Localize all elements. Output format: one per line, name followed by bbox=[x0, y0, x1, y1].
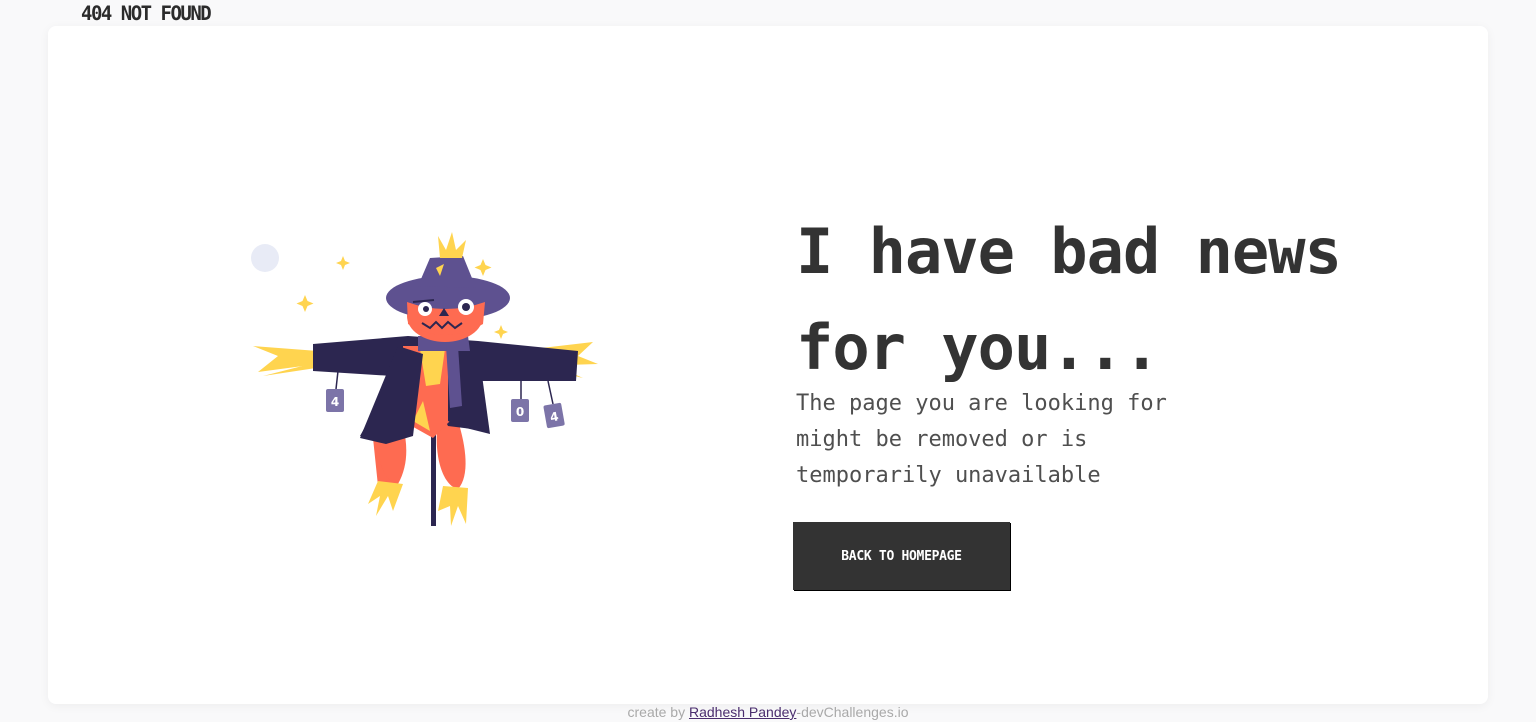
footer-suffix: -devChallenges.io bbox=[796, 704, 909, 720]
sparkle-icon bbox=[494, 325, 508, 339]
sparkle-icon bbox=[474, 259, 492, 276]
sparkle-icon bbox=[336, 256, 350, 270]
footer-prefix: create by bbox=[627, 704, 686, 720]
can-label: 0 bbox=[516, 405, 524, 419]
site-brand: 404 NOT FOUND bbox=[81, 2, 212, 26]
can-label: 4 bbox=[331, 395, 339, 409]
page-headline: I have bad news for you... bbox=[796, 215, 1342, 384]
author-link[interactable]: Radhesh Pandey bbox=[689, 704, 796, 720]
footer-credit: create by Radhesh Pandey-devChallenges.i… bbox=[0, 704, 1536, 720]
moon-icon bbox=[251, 244, 279, 272]
scarecrow-illustration: 4 0 4 bbox=[251, 232, 598, 526]
error-description: The page you are looking for might be re… bbox=[796, 391, 1167, 488]
error-card: 4 0 4 I have bad news for you... The pag… bbox=[48, 26, 1488, 704]
back-to-homepage-button[interactable]: BACK TO HOMEPAGE bbox=[793, 522, 1010, 590]
sparkle-icon bbox=[296, 295, 314, 312]
